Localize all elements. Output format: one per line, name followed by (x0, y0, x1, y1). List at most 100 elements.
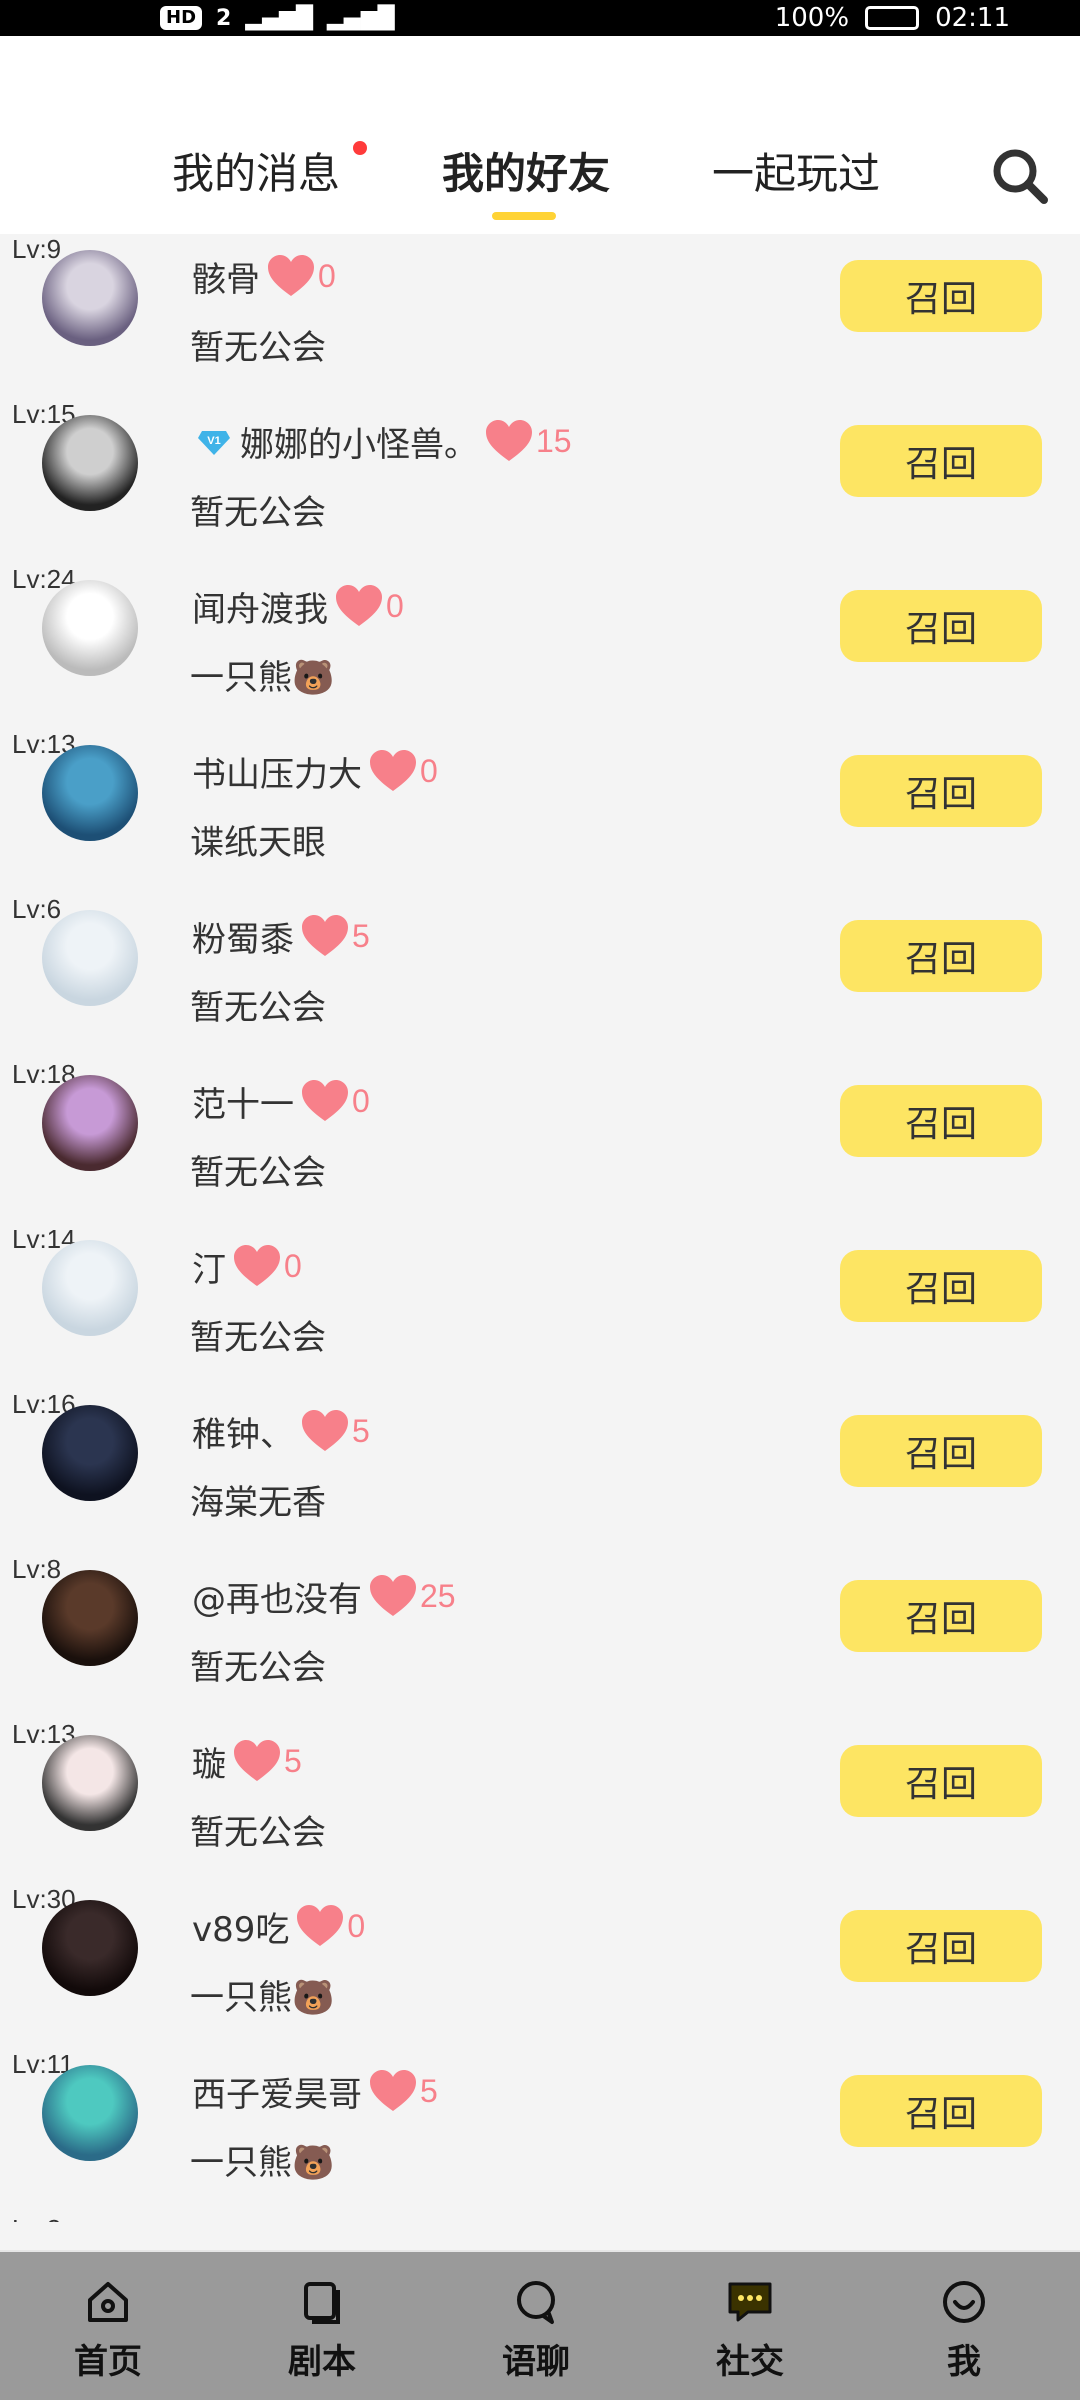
recall-button[interactable]: 召回 (840, 260, 1042, 332)
name-line: 闻舟渡我 0 (192, 578, 404, 634)
friend-row[interactable]: Lv:8 @再也没有 25 暂无公会 召回 (0, 1554, 1080, 1719)
friend-name: 西子爱昊哥 (192, 2074, 362, 2115)
name-line: 书山压力大 0 (192, 743, 438, 799)
avatar[interactable] (42, 1570, 138, 1666)
guild-name: 海棠无香 (190, 1483, 326, 1523)
guild-name: 暂无公会 (190, 988, 326, 1028)
tab-my-messages[interactable]: 我的消息 (172, 144, 340, 204)
heart-icon (268, 255, 314, 296)
avatar[interactable] (42, 1900, 138, 1996)
tab-played-together[interactable]: 一起玩过 (712, 144, 880, 204)
level-badge: Lv:6 (12, 894, 62, 924)
friend-row[interactable]: Lv:11 西子爱昊哥 5 一只熊🐻 召回 (0, 2049, 1080, 2214)
friend-row[interactable]: Lv:9 骸骨 0 暂无公会 召回 (0, 234, 1080, 399)
nav-label-script: 剧本 (288, 2342, 356, 2382)
recall-button[interactable]: 召回 (840, 1910, 1042, 1982)
active-tab-indicator (492, 212, 556, 220)
friend-row[interactable]: Lv:2段慕桑5 (0, 2214, 1080, 2222)
heart-icon (370, 1575, 416, 1616)
avatar[interactable] (42, 745, 138, 841)
avatar[interactable] (42, 910, 138, 1006)
guild-name: 谍纸天眼 (190, 823, 326, 863)
unread-dot (353, 141, 367, 155)
friend-row[interactable]: Lv:6 粉蜀黍 5 暂无公会 召回 (0, 894, 1080, 1059)
recall-button[interactable]: 召回 (840, 1580, 1042, 1652)
heart-icon (234, 1740, 280, 1781)
guild-name: 一只熊🐻 (190, 658, 335, 698)
nav-label-social: 社交 (716, 2342, 784, 2382)
heart-count: 0 (420, 752, 438, 789)
friend-name: 闻舟渡我 (192, 589, 328, 630)
level-badge: Lv:9 (12, 234, 62, 264)
friend-list[interactable]: Lv:9 骸骨 0 暂无公会 召回 Lv:15 V1 娜娜的小怪兽。 15 暂无公会 召回 Lv:24… (0, 234, 1080, 2222)
friend-row[interactable]: Lv:18 范十一 0 暂无公会 召回 (0, 1059, 1080, 1224)
profile-icon (943, 2281, 985, 2323)
search-icon[interactable] (990, 146, 1050, 206)
recall-button[interactable]: 召回 (840, 1415, 1042, 1487)
nav-social[interactable]: 社交 (670, 2252, 830, 2400)
recall-button[interactable]: 召回 (840, 1745, 1042, 1817)
nav-home[interactable]: 首页 (28, 2252, 188, 2400)
level-badge: Lv:8 (12, 1554, 62, 1584)
status-right: 100% 02:11 (775, 0, 1010, 36)
friend-name: 范十一 (192, 1084, 294, 1125)
recall-button[interactable]: 召回 (840, 2075, 1042, 2147)
nav-script[interactable]: 剧本 (242, 2252, 402, 2400)
clock: 02:11 (935, 3, 1010, 33)
recall-button[interactable]: 召回 (840, 755, 1042, 827)
heart-icon (302, 915, 348, 956)
heart-icon (302, 1410, 348, 1451)
avatar[interactable] (42, 2065, 138, 2161)
friend-row[interactable]: Lv:15 V1 娜娜的小怪兽。 15 暂无公会 召回 (0, 399, 1080, 564)
name-line: 西子爱昊哥 5 (192, 2063, 438, 2119)
heart-count: 5 (284, 1742, 302, 1779)
home-icon (88, 2282, 128, 2322)
friend-name: @再也没有 (192, 1579, 362, 1620)
header: 我的消息 我的好友 一起玩过 (0, 36, 1080, 234)
avatar[interactable] (42, 580, 138, 676)
name-line: 稚钟、 5 (192, 1403, 370, 1459)
heart-icon (297, 1905, 344, 1946)
heart-icon (302, 1080, 348, 1121)
friend-row[interactable]: Lv:13 璇 5 暂无公会 召回 (0, 1719, 1080, 1884)
nav-voice-chat[interactable]: 语聊 (456, 2252, 616, 2400)
guild-name: 暂无公会 (190, 493, 326, 533)
avatar[interactable] (42, 250, 138, 346)
name-line: 粉蜀黍 5 (192, 908, 370, 964)
avatar[interactable] (42, 1075, 138, 1171)
avatar[interactable] (42, 1405, 138, 1501)
script-icon (304, 2282, 340, 2324)
heart-count: 0 (347, 1907, 366, 1944)
friend-row[interactable]: Lv:13 书山压力大 0 谍纸天眼 召回 (0, 729, 1080, 894)
friend-row[interactable]: Lv:30 v89吃 0 一只熊🐻 召回 (0, 1884, 1080, 2049)
name-line: 璇5 (192, 1733, 302, 1789)
friend-name: 稚钟、 (192, 1414, 294, 1455)
heart-count: 0 (318, 257, 336, 294)
nav-profile[interactable]: 我 (884, 2252, 1044, 2400)
friend-row[interactable]: Lv:24 闻舟渡我 0 一只熊🐻 召回 (0, 564, 1080, 729)
nav-label-voice-chat: 语聊 (502, 2342, 570, 2382)
recall-button[interactable]: 召回 (840, 425, 1042, 497)
friend-row[interactable]: Lv:14 汀 0 暂无公会 召回 (0, 1224, 1080, 1389)
avatar[interactable] (42, 1735, 138, 1831)
friend-name: 璇 (192, 1744, 226, 1785)
vip-diamond-icon: V1 (198, 431, 230, 455)
avatar[interactable] (42, 415, 138, 511)
heart-count: 25 (420, 1577, 456, 1614)
avatar[interactable] (42, 1240, 138, 1336)
guild-name: 暂无公会 (190, 1648, 326, 1688)
signal-icon-2: ▂▄▆█ (327, 5, 395, 31)
sim-indicator: 2 (216, 5, 232, 31)
recall-button[interactable]: 召回 (840, 590, 1042, 662)
tab-my-friends[interactable]: 我的好友 (442, 144, 610, 204)
guild-name: 暂无公会 (190, 1813, 326, 1853)
social-icon (728, 2282, 772, 2322)
recall-button[interactable]: 召回 (840, 1085, 1042, 1157)
friend-row[interactable]: Lv:16 稚钟、 5 海棠无香 召回 (0, 1389, 1080, 1554)
guild-name: 暂无公会 (190, 1318, 326, 1358)
recall-button[interactable]: 召回 (840, 920, 1042, 992)
name-line: V1 娜娜的小怪兽。 15 (192, 413, 572, 469)
recall-button[interactable]: 召回 (840, 1250, 1042, 1322)
signal-icon: ▂▄▆█ (245, 5, 314, 31)
heart-count: 5 (352, 917, 370, 954)
